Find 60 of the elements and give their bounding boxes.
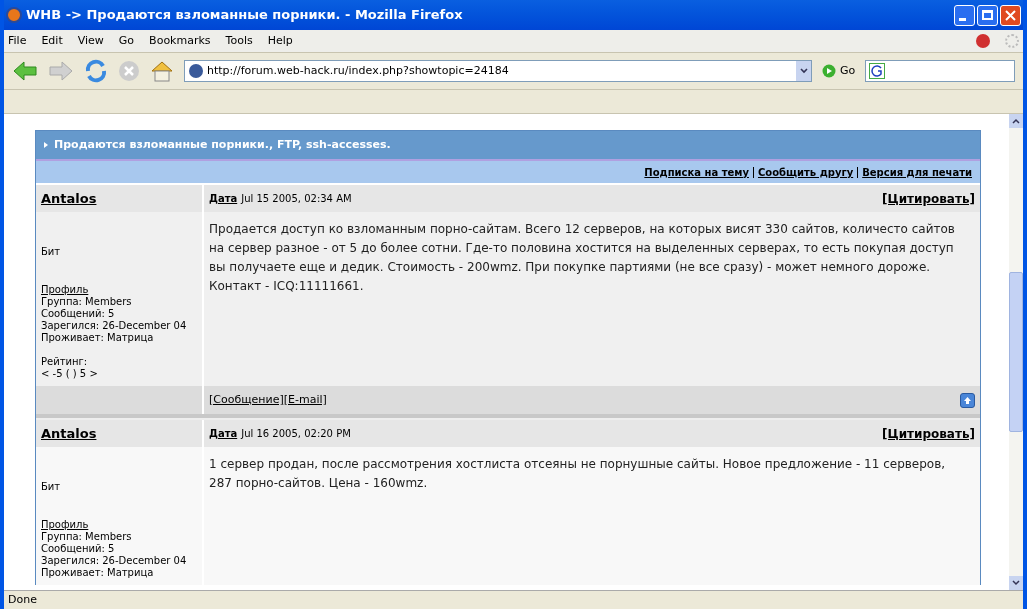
- post-action-link[interactable]: [Сообщение]: [209, 391, 284, 409]
- user-detail: Зарегился: 26-December 04: [41, 555, 188, 567]
- author-link[interactable]: Antalos: [41, 423, 97, 444]
- post-text: Продается доступ ко взломанным порно-сайтам. Всего 12 серверов, на которых висят 330 сайтов, количесто сайтов на сервер разное - от 5 до более сотни. Где-то половина хостится на выделенных серверах, то есть покупая доступ вы получаете еще и дедик. Стоимость - 200wmz. При покупке партиями (не все сразу) - может немного дороже. Контакт - ICQ:11111661.: [209, 221, 956, 295]
- post-text: 1 сервер продан, после рассмотрения хостлиста отсеяны не порнушные сайты. Новое предложение - 11 серверов, 287 порно-сайтов. Цена - 160wmz.: [209, 456, 947, 492]
- site-icon: [189, 64, 203, 78]
- close-icon: [1005, 9, 1016, 21]
- triangle-right-icon: [44, 142, 48, 148]
- chevron-down-icon: [799, 68, 808, 74]
- quote-link[interactable]: [Цитировать]: [882, 189, 975, 208]
- date-label-link[interactable]: Дата: [209, 426, 238, 441]
- search-engine-icon[interactable]: [869, 63, 886, 79]
- scroll-up-icon[interactable]: [1009, 114, 1023, 128]
- topic-link[interactable]: Сообщить другу: [757, 164, 854, 180]
- user-detail: Группа: Members: [41, 531, 133, 543]
- user-detail: Сообщений: 5: [41, 543, 116, 555]
- menu-item[interactable]: Bookmarks: [149, 32, 211, 50]
- user-rank: Бит: [41, 246, 62, 258]
- scrollbar[interactable]: [1009, 114, 1023, 590]
- user-detail: Группа: Members: [41, 296, 133, 308]
- update-alert-icon[interactable]: [976, 34, 990, 48]
- rating-value: < -5 ( ) 5 >: [41, 368, 99, 380]
- reload-icon[interactable]: [84, 59, 108, 83]
- rating-label: Рейтинг:: [41, 356, 89, 368]
- scroll-top-icon[interactable]: [960, 392, 975, 408]
- back-arrow-icon[interactable]: [12, 60, 38, 82]
- topic-title: Продаются взломанные порники., FTP, ssh-accesses.: [54, 136, 391, 153]
- search-field[interactable]: [865, 60, 1015, 82]
- menu-item[interactable]: File: [8, 32, 27, 50]
- go-button[interactable]: Go: [822, 62, 856, 80]
- maximize-button[interactable]: [977, 4, 998, 26]
- scroll-thumb[interactable]: [1009, 272, 1023, 432]
- date-label-link[interactable]: Дата: [209, 191, 238, 206]
- menu-item[interactable]: Go: [118, 32, 135, 50]
- user-detail: Зарегился: 26-December 04: [41, 320, 188, 332]
- post-date: Jul 16 2005, 02:20 PM: [241, 427, 351, 441]
- post-action-link[interactable]: [E-mail]: [283, 391, 327, 409]
- menu-item[interactable]: View: [77, 32, 104, 50]
- topic-link[interactable]: Подписка на тему: [644, 164, 749, 180]
- status-text: Done: [8, 591, 37, 608]
- user-detail: Проживает: Матрица: [41, 332, 155, 344]
- close-button[interactable]: [1000, 4, 1021, 26]
- topic-link[interactable]: Версия для печати: [862, 164, 972, 180]
- profile-link[interactable]: Профиль: [41, 519, 197, 531]
- home-icon[interactable]: [150, 59, 174, 83]
- scroll-down-icon[interactable]: [1009, 576, 1023, 590]
- user-detail: Сообщений: 5: [41, 308, 116, 320]
- quote-link[interactable]: [Цитировать]: [882, 424, 975, 443]
- menu-item[interactable]: Edit: [41, 32, 63, 50]
- dropdown-button[interactable]: [796, 61, 811, 81]
- author-link[interactable]: Antalos: [41, 188, 97, 209]
- window-title: WHB -> Продаются взломанные порники. - Mozilla Firefox: [26, 6, 464, 25]
- user-detail: Проживает: Матрица: [41, 567, 155, 579]
- menu-item[interactable]: Tools: [225, 32, 253, 50]
- menu-item[interactable]: Help: [267, 32, 293, 50]
- minimize-button[interactable]: [954, 4, 975, 26]
- profile-link[interactable]: Профиль: [41, 284, 197, 296]
- user-rank: Бит: [41, 481, 62, 493]
- url-field[interactable]: http://forum.web-hack.ru/index.php?showtopic=24184: [184, 60, 812, 82]
- post-date: Jul 15 2005, 02:34 AM: [241, 192, 352, 206]
